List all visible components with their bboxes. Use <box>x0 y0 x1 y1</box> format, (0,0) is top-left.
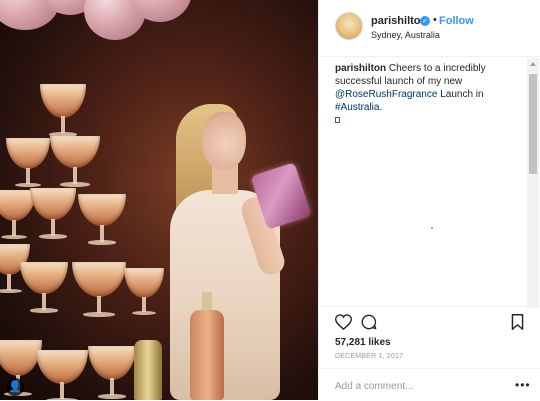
tagged-user-icon[interactable]: 👤 <box>6 378 24 396</box>
scrollbar-thumb[interactable] <box>529 74 537 174</box>
emoji-glyph-icon <box>335 117 340 124</box>
post-date: December 1, 2017 <box>335 353 404 360</box>
champagne-glass <box>88 346 136 400</box>
post-caption: parishilton Cheers to a incredibly succe… <box>335 62 527 127</box>
more-options-icon[interactable]: ••• <box>515 378 531 392</box>
post-username[interactable]: parishilton <box>371 15 427 27</box>
champagne-glass <box>40 84 86 140</box>
comment-input[interactable] <box>333 377 497 395</box>
caption-username[interactable]: parishilton <box>335 63 386 74</box>
comment-bar: ••• <box>319 368 540 401</box>
caption-mention-link[interactable]: @RoseRushFragrance <box>335 89 437 100</box>
scroll-up-arrow-icon[interactable] <box>527 58 539 70</box>
verified-badge-icon: ✓ <box>420 16 430 26</box>
rose-wine-bottle <box>190 310 224 400</box>
post-location[interactable]: Sydney, Australia <box>371 30 440 40</box>
post-photo[interactable]: 👤 <box>0 0 318 400</box>
champagne-glass <box>36 350 88 400</box>
champagne-glass <box>20 262 68 316</box>
champagne-glass <box>72 262 126 320</box>
caption-hashtag-link[interactable]: #Australia <box>335 102 379 113</box>
follow-button[interactable]: Follow <box>439 15 474 27</box>
champagne-glass <box>6 138 50 190</box>
caption-text: Launch in <box>437 89 484 100</box>
separator-dot: • <box>433 14 437 26</box>
post-sidebar: parishilton ✓ • Follow Sydney, Australia… <box>318 0 540 400</box>
gold-bottle <box>134 340 162 400</box>
woman-face <box>202 112 246 170</box>
comments-scrollbar[interactable] <box>527 58 539 308</box>
champagne-glass <box>30 188 76 242</box>
action-bar <box>319 306 540 337</box>
champagne-glass <box>78 194 126 248</box>
likes-count[interactable]: 57,281 likes <box>335 337 391 348</box>
champagne-glass <box>124 268 164 318</box>
post-header: parishilton ✓ • Follow Sydney, Australia <box>319 0 540 57</box>
avatar[interactable] <box>335 12 363 40</box>
champagne-glass <box>50 136 100 190</box>
heart-icon[interactable] <box>334 314 353 335</box>
caption-text: . <box>379 102 383 113</box>
comment-icon[interactable] <box>361 314 377 335</box>
loading-dot <box>431 227 433 229</box>
bookmark-icon[interactable] <box>511 314 524 335</box>
